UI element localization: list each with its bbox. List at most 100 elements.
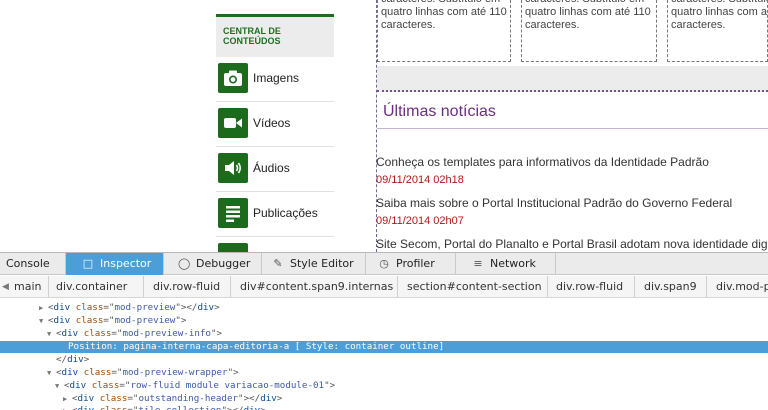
markup-node[interactable]: ▶ <div class="outstanding-header"></div> — [0, 393, 768, 405]
markup-node[interactable]: ▼ <div class="row-fluid module variacao-… — [0, 380, 768, 392]
markup-value: mod-preview-wrapper — [122, 367, 228, 378]
devtools-tab-bar: Console □ Inspector ◯ Debugger ✎ Style Edit… — [0, 253, 768, 275]
speaker-icon — [218, 153, 248, 183]
tab-debugger[interactable]: ◯ Debugger — [164, 253, 262, 275]
breadcrumb-separator — [143, 276, 144, 297]
markup-value: mod-preview — [114, 315, 176, 326]
camera-icon — [218, 63, 248, 93]
sidebar-item-videos[interactable]: Vídeos — [216, 102, 334, 147]
sidebar-header: CENTRAL DE CONTEÚDOS — [216, 17, 334, 57]
webpage-viewport: CENTRAL DE CONTEÚDOS Imagens Vídeos Áudi… — [0, 0, 768, 252]
sidebar-item-images[interactable]: Imagens — [216, 57, 334, 102]
sidebar-item-label: Imagens — [253, 71, 300, 85]
tab-console[interactable]: Console — [0, 253, 66, 275]
markup-node[interactable]: </div> — [0, 354, 768, 366]
markup-attr: class — [75, 302, 104, 313]
document-icon — [218, 198, 248, 228]
markup-node[interactable]: ▶ <div class="tile-collection"></div> — [0, 405, 768, 410]
markup-tree: ▶ <div class="mod-preview"></div> ▼ <div… — [0, 299, 768, 410]
markup-attr: class — [83, 328, 112, 339]
card-subtitle: caracteres. Subtítulo em quatro linhas c… — [381, 0, 507, 31]
markup-punc: ></ — [243, 393, 261, 404]
markup-attr: class — [75, 315, 104, 326]
breadcrumb-separator — [706, 276, 707, 297]
expand-arrow-icon[interactable]: ▶ — [63, 405, 71, 410]
breadcrumb-item[interactable]: div#content.span9.internas — [240, 276, 393, 297]
markup-attr: class — [99, 393, 128, 404]
markup-punc: > — [276, 393, 283, 404]
markup-node[interactable]: ▶ <div class="mod-preview"></div> — [0, 302, 768, 314]
breadcrumb-item[interactable]: section#content-section — [407, 276, 542, 297]
markup-node[interactable]: ▼ <div class="mod-preview"> — [0, 315, 768, 327]
tab-style-editor[interactable]: ✎ Style Editor — [262, 253, 366, 275]
markup-node[interactable]: ▼ <div class="mod-preview-info"> — [0, 328, 768, 340]
markup-punc: ></ — [180, 302, 198, 313]
sidebar-header-line-2: CONTEÚDOS — [223, 36, 281, 46]
breadcrumb-separator — [230, 276, 231, 297]
markup-value: mod-preview-info — [122, 328, 211, 339]
markup-tag: div — [53, 315, 71, 326]
breadcrumb-separator — [48, 276, 49, 297]
collapse-arrow-icon[interactable]: ▼ — [55, 380, 63, 392]
markup-punc: ></ — [227, 405, 244, 410]
sidebar-item-publications[interactable]: Publicações — [216, 192, 334, 237]
profiler-icon: ◷ — [379, 257, 389, 270]
breadcrumb-separator — [547, 276, 548, 297]
breadcrumb-scroll-left-icon[interactable]: ◀ — [2, 276, 10, 297]
latest-news-title: Últimas notícias — [383, 103, 496, 120]
collapse-arrow-icon[interactable]: ▼ — [39, 315, 47, 327]
markup-punc: > — [214, 302, 220, 313]
debugger-icon: ◯ — [178, 257, 191, 270]
inspector-icon: □ — [82, 257, 94, 270]
collapse-arrow-icon[interactable]: ▼ — [47, 367, 55, 379]
tab-label: Debugger — [196, 257, 251, 270]
breadcrumb-item[interactable]: div.container — [56, 276, 127, 297]
expand-arrow-icon[interactable]: ▶ — [39, 302, 47, 314]
tab-label: Console — [6, 257, 50, 270]
markup-punc: > — [216, 328, 223, 339]
expand-arrow-icon[interactable]: ▶ — [63, 393, 71, 405]
markup-node-selected[interactable]: Position: pagina-interna-capa-editoria-a… — [0, 341, 768, 353]
breadcrumb-item[interactable]: div.mod-pre — [716, 276, 768, 297]
markup-attr: class — [91, 380, 120, 391]
sidebar-item-audios[interactable]: Áudios — [216, 147, 334, 192]
sidebar-header-line-1: CENTRAL DE — [223, 26, 281, 36]
news-headline-link[interactable]: Conheça os templates para informativos d… — [376, 155, 709, 169]
markup-tag: div — [61, 367, 79, 378]
breadcrumb-item[interactable]: main — [14, 276, 41, 297]
tab-profiler[interactable]: ◷ Profiler — [366, 253, 456, 275]
markup-tag: div — [69, 380, 87, 391]
content-card[interactable]: caracteres. Subtítulo em quatro linhas c… — [667, 0, 768, 62]
network-icon: ≡ — [473, 257, 483, 270]
markup-node[interactable]: ▼ <div class="mod-preview-wrapper"> — [0, 367, 768, 379]
breadcrumb-item[interactable]: div.row-fluid — [556, 276, 623, 297]
collapse-arrow-icon[interactable]: ▼ — [47, 328, 55, 340]
markup-value: mod-preview — [114, 302, 176, 313]
content-card[interactable]: caracteres. Subtítulo em quatro linhas c… — [377, 0, 511, 62]
tab-network[interactable]: ≡ Network — [456, 253, 556, 275]
sidebar-next-icon — [218, 243, 248, 252]
sidebar-item-next[interactable] — [216, 237, 334, 252]
news-headline-link[interactable]: Site Secom, Portal do Planalto e Portal … — [376, 237, 768, 251]
markup-value: outstanding-header — [138, 393, 239, 404]
markup-punc: > — [83, 354, 90, 365]
markup-text-node: Position: pagina-interna-capa-editoria-a… — [68, 341, 445, 352]
card-subtitle: caracteres. Subtítulo em quatro linhas c… — [671, 0, 767, 31]
markup-punc: > — [180, 315, 187, 326]
tab-label: Style Editor — [290, 257, 354, 270]
devtools-panel: Console □ Inspector ◯ Debugger ✎ Style Edit… — [0, 252, 768, 410]
tab-inspector[interactable]: □ Inspector — [66, 253, 164, 275]
card-subtitle: caracteres. Subtítulo em quatro linhas c… — [525, 0, 651, 31]
markup-tag: div — [53, 302, 71, 313]
content-card[interactable]: caracteres. Subtítulo em quatro linhas c… — [521, 0, 657, 62]
breadcrumb-item[interactable]: div.row-fluid — [153, 276, 220, 297]
breadcrumb-item[interactable]: div.span9 — [644, 276, 697, 297]
sidebar-item-label: Publicações — [253, 206, 318, 220]
news-headline-link[interactable]: Saiba mais sobre o Portal Institucional … — [376, 196, 732, 210]
markup-punc: > — [329, 380, 336, 391]
tab-label: Profiler — [396, 257, 435, 270]
tab-label: Inspector — [100, 257, 152, 270]
markup-tag: div — [78, 405, 95, 410]
style-editor-icon: ✎ — [273, 257, 283, 270]
section-divider-band — [377, 66, 768, 92]
